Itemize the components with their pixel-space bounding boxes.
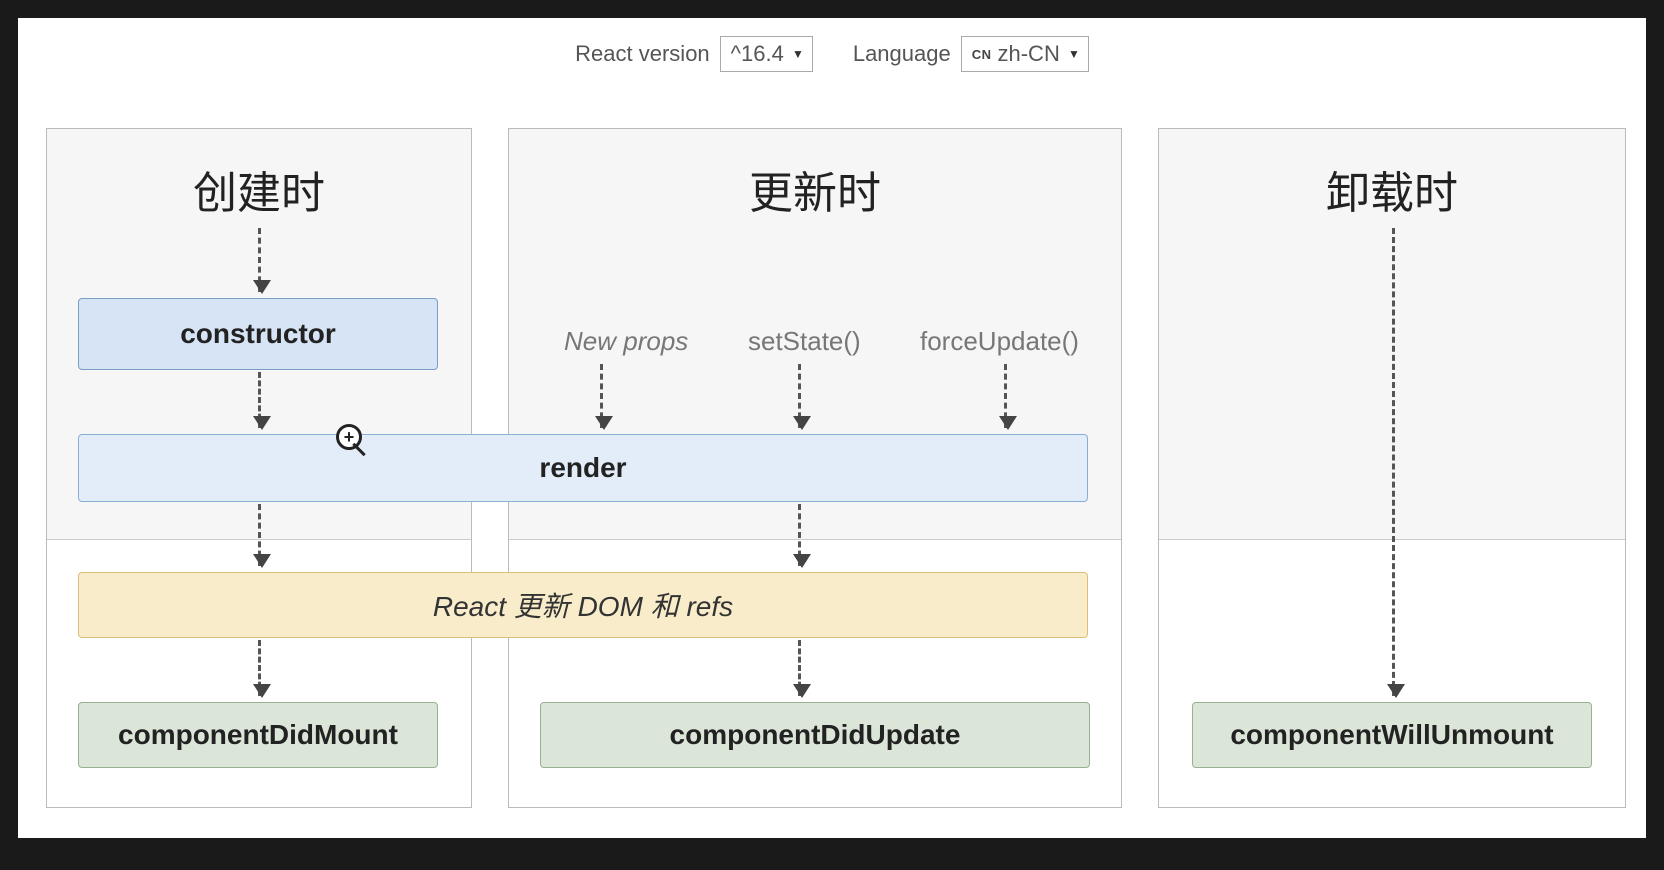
arrow-render-to-dom-mount [258, 504, 261, 566]
arrow-mount-to-constructor [258, 228, 261, 292]
column-update-title: 更新时 [509, 129, 1121, 221]
version-label: React version [575, 41, 710, 67]
version-group: React version ^16.4 [575, 36, 813, 72]
column-unmount-title: 卸载时 [1159, 129, 1625, 221]
arrow-constructor-to-render [258, 372, 261, 428]
arrow-render-to-dom-update [798, 504, 801, 566]
box-render-label: render [539, 452, 626, 484]
box-constructor-label: constructor [180, 318, 336, 350]
diagram-canvas: React version ^16.4 Language CN zh-CN 创建… [18, 18, 1646, 838]
language-badge: CN [972, 47, 992, 62]
language-select[interactable]: CN zh-CN [961, 36, 1089, 72]
box-did-update-label: componentDidUpdate [670, 719, 961, 751]
magnifier-cursor-icon [336, 424, 362, 450]
arrow-dom-to-didupdate [798, 640, 801, 696]
box-constructor[interactable]: constructor [78, 298, 438, 370]
box-will-unmount-label: componentWillUnmount [1230, 719, 1553, 751]
version-value: ^16.4 [731, 41, 784, 67]
toolbar: React version ^16.4 Language CN zh-CN [18, 18, 1646, 82]
box-component-did-mount[interactable]: componentDidMount [78, 702, 438, 768]
box-dom-update: React 更新 DOM 和 refs [78, 572, 1088, 638]
box-did-mount-label: componentDidMount [118, 719, 398, 751]
arrow-unmount-to-willunmount [1392, 228, 1395, 696]
arrow-dom-to-didmount [258, 640, 261, 696]
box-component-will-unmount[interactable]: componentWillUnmount [1192, 702, 1592, 768]
arrow-setstate-to-render [798, 364, 801, 428]
trigger-set-state: setState() [748, 326, 861, 357]
trigger-force-update: forceUpdate() [920, 326, 1079, 357]
language-value: zh-CN [998, 41, 1060, 67]
arrow-forceupdate-to-render [1004, 364, 1007, 428]
box-render[interactable]: render [78, 434, 1088, 502]
version-select[interactable]: ^16.4 [720, 36, 813, 72]
trigger-new-props: New props [564, 326, 688, 357]
language-group: Language CN zh-CN [853, 36, 1089, 72]
arrow-newprops-to-render [600, 364, 603, 428]
language-label: Language [853, 41, 951, 67]
lifecycle-diagram: 创建时 更新时 卸载时 constructor New props setSta… [46, 128, 1618, 818]
box-dom-update-label: React 更新 DOM 和 refs [433, 585, 733, 625]
column-mount-title: 创建时 [47, 129, 471, 221]
box-component-did-update[interactable]: componentDidUpdate [540, 702, 1090, 768]
